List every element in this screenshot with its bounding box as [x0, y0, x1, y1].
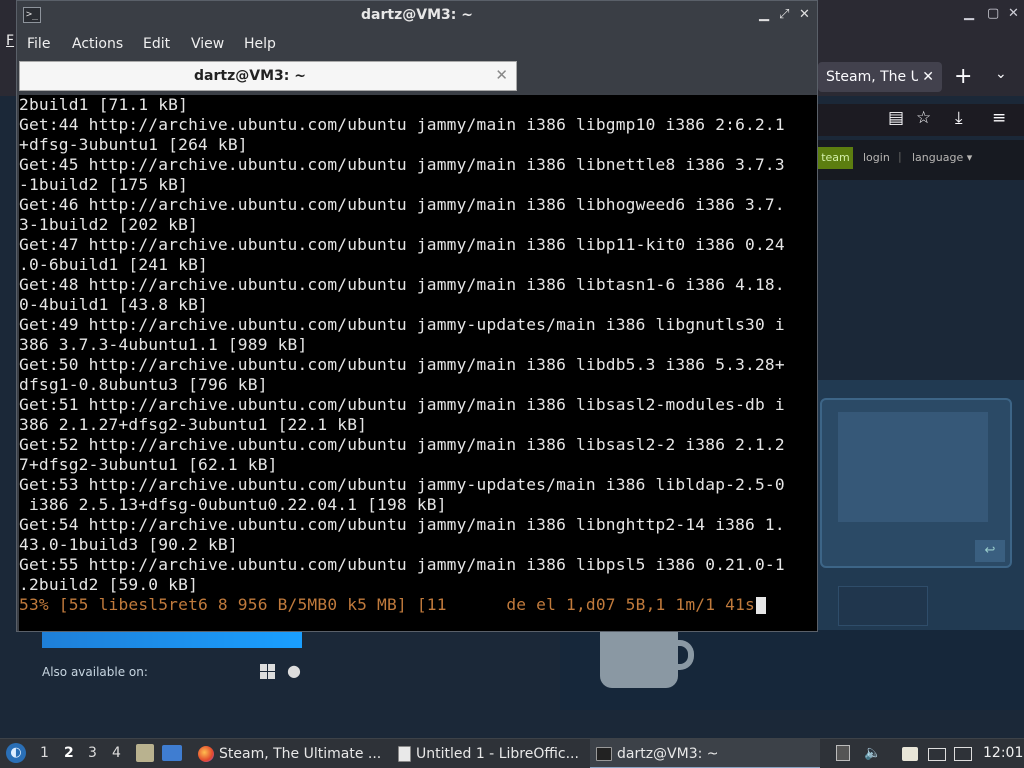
task-firefox-steam[interactable]: Steam, The Ultimate ...	[194, 739, 384, 768]
terminal-tab[interactable]: dartz@VM3: ~ ✕	[19, 61, 517, 91]
apt-progress-line: 53% [55 libesl5ret6 8 956 B/5MB0 k5 MB] …	[19, 595, 766, 615]
terminal-menubar: File Actions Edit View Help	[17, 31, 817, 59]
terminal-window: >_ dartz@VM3: ~ ▁ ⤢ ✕ File Actions Edit …	[16, 0, 818, 632]
start-menu-icon[interactable]: ◐	[6, 743, 26, 763]
menu-help[interactable]: Help	[244, 36, 276, 52]
task-label: dartz@VM3: ~	[617, 746, 719, 762]
new-tab-icon[interactable]: +	[954, 64, 972, 89]
terminal-line: 0-4build1 [43.8 kB]	[19, 295, 208, 314]
terminal-line: Get:52 http://archive.ubuntu.com/ubuntu …	[19, 435, 785, 454]
firefox-icon	[198, 746, 214, 762]
terminal-line: Get:53 http://archive.ubuntu.com/ubuntu …	[19, 475, 785, 494]
task-label: Untitled 1 - LibreOffic...	[416, 746, 579, 762]
nav-separator: |	[898, 150, 902, 163]
terminal-line: 43.0-1build3 [90.2 kB]	[19, 535, 238, 554]
terminal-line: Get:45 http://archive.ubuntu.com/ubuntu …	[19, 155, 785, 174]
terminal-line: Get:47 http://archive.ubuntu.com/ubuntu …	[19, 235, 785, 254]
progress-text: 53% [55 libesl5ret6 8 956 B/5MB0 k5 MB] …	[19, 595, 755, 614]
removable-media-icon[interactable]	[902, 747, 918, 761]
terminal-line: 3-1build2 [202 kB]	[19, 215, 199, 234]
task-label: Steam, The Ultimate ...	[219, 746, 382, 762]
network-icon[interactable]	[954, 747, 972, 761]
terminal-line: +dfsg-3ubuntu1 [264 kB]	[19, 135, 248, 154]
terminal-line: Get:49 http://archive.ubuntu.com/ubuntu …	[19, 315, 785, 334]
steam-language-dropdown[interactable]: language ▾	[912, 151, 972, 164]
terminal-line: Get:46 http://archive.ubuntu.com/ubuntu …	[19, 195, 785, 214]
terminal-tab-label: dartz@VM3: ~	[194, 68, 306, 84]
also-available-label: Also available on:	[42, 665, 148, 679]
maximize-icon[interactable]: ⤢	[779, 7, 789, 22]
file-manager-icon[interactable]	[136, 744, 154, 762]
list-tabs-chevron-icon[interactable]: ⌄	[995, 66, 1007, 82]
reader-view-icon[interactable]: ▤	[888, 108, 904, 128]
windows-logo-icon	[260, 664, 276, 680]
terminal-line: Get:55 http://archive.ubuntu.com/ubuntu …	[19, 555, 785, 574]
menu-edit[interactable]: Edit	[143, 36, 170, 52]
task-terminal[interactable]: dartz@VM3: ~	[590, 739, 820, 768]
illustration-enter-icon: ↩	[975, 540, 1005, 562]
workspace-2[interactable]: 2	[64, 745, 74, 761]
illustration-mug	[600, 632, 678, 688]
terminal-line: 2build1 [71.1 kB]	[19, 95, 189, 114]
downloads-icon[interactable]: ⤓	[955, 108, 963, 128]
illustration-screen	[838, 412, 988, 522]
terminal-line: Get:44 http://archive.ubuntu.com/ubuntu …	[19, 115, 785, 134]
steam-login-link[interactable]: login	[863, 151, 890, 164]
terminal-output[interactable]: 2build1 [71.1 kB] Get:44 http://archive.u…	[19, 95, 817, 631]
minimize-icon[interactable]: ▁	[759, 7, 769, 22]
terminal-line: .0-6build1 [241 kB]	[19, 255, 208, 274]
terminal-line: Get:50 http://archive.ubuntu.com/ubuntu …	[19, 355, 785, 374]
browser-close-icon[interactable]: ✕	[1008, 6, 1019, 21]
terminal-tabbar: dartz@VM3: ~ ✕	[17, 59, 817, 93]
terminal-line: dfsg1-0.8ubuntu3 [796 kB]	[19, 375, 268, 394]
show-desktop-icon[interactable]	[162, 745, 182, 761]
terminal-line: i386 2.5.13+dfsg-0ubuntu0.22.04.1 [198 k…	[19, 495, 447, 514]
apple-logo-icon: ●	[287, 661, 301, 680]
terminal-line: Get:48 http://archive.ubuntu.com/ubuntu …	[19, 275, 785, 294]
taskbar: ◐ 1 2 3 4 Steam, The Ultimate ... Untitl…	[0, 738, 1024, 768]
terminal-icon	[596, 747, 612, 761]
browser-minimize-icon[interactable]: ▁	[964, 6, 974, 21]
close-tab-icon[interactable]: ✕	[922, 62, 934, 92]
terminal-line: -1build2 [175 kB]	[19, 175, 189, 194]
browser-tab-steam[interactable]: Steam, The U ✕	[818, 62, 942, 92]
task-libreoffice[interactable]: Untitled 1 - LibreOffic...	[392, 739, 584, 768]
terminal-line: .2build2 [59.0 kB]	[19, 575, 199, 594]
menu-file[interactable]: File	[27, 36, 50, 52]
terminal-line: 386 2.1.27+dfsg2-3ubuntu1 [22.1 kB]	[19, 415, 368, 434]
volume-icon[interactable]: 🔈	[864, 745, 881, 761]
browser-menu-file-partial[interactable]: F	[6, 33, 14, 49]
keyboard-icon[interactable]	[928, 748, 946, 761]
close-icon[interactable]: ✕	[799, 7, 810, 22]
terminal-line: 386 3.7.3-4ubuntu1.1 [989 kB]	[19, 335, 308, 354]
close-tab-icon[interactable]: ✕	[495, 66, 508, 84]
install-steam-button[interactable]: team	[818, 147, 853, 169]
clock[interactable]: 12:01	[983, 745, 1023, 761]
menu-actions[interactable]: Actions	[72, 36, 123, 52]
terminal-line: Get:54 http://archive.ubuntu.com/ubuntu …	[19, 515, 785, 534]
browser-maximize-icon[interactable]: ▢	[987, 6, 999, 21]
hamburger-menu-icon[interactable]: ≡	[992, 108, 1006, 128]
install-steam-blue-button[interactable]	[42, 632, 302, 648]
clipboard-icon[interactable]	[836, 745, 850, 761]
workspace-1[interactable]: 1	[40, 745, 49, 761]
terminal-line: 7+dfsg2-3ubuntu1 [62.1 kB]	[19, 455, 278, 474]
libreoffice-writer-icon	[398, 746, 411, 762]
menu-view[interactable]: View	[191, 36, 224, 52]
window-title: dartz@VM3: ~	[361, 7, 473, 23]
terminal-titlebar[interactable]: >_ dartz@VM3: ~ ▁ ⤢ ✕	[17, 1, 817, 31]
terminal-cursor	[755, 597, 766, 614]
terminal-line: Get:51 http://archive.ubuntu.com/ubuntu …	[19, 395, 785, 414]
illustration-shelf	[838, 586, 928, 626]
terminal-output-lines: 2build1 [71.1 kB] Get:44 http://archive.u…	[19, 95, 809, 595]
browser-tab-title: Steam, The U	[826, 69, 918, 85]
workspace-3[interactable]: 3	[88, 745, 97, 761]
bookmark-star-icon[interactable]: ☆	[916, 108, 931, 128]
workspace-4[interactable]: 4	[112, 745, 121, 761]
